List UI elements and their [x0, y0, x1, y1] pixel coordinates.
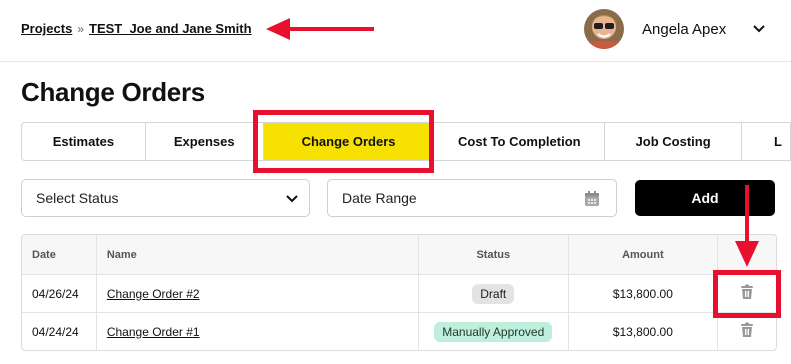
row-date: 04/26/24	[22, 275, 97, 312]
column-header-date[interactable]: Date	[22, 235, 97, 274]
breadcrumb-separator-icon: »	[77, 21, 84, 36]
chevron-down-icon	[285, 192, 299, 209]
row-amount: $13,800.00	[569, 313, 719, 350]
change-order-link[interactable]: Change Order #2	[107, 287, 200, 301]
change-orders-table: Date Name Status Amount 04/26/24 Change …	[21, 234, 777, 351]
top-bar: Projects » TEST_Joe and Jane Smith Angel…	[0, 0, 791, 62]
annotation-highlight-tab	[253, 110, 434, 173]
tab-job-costing[interactable]: Job Costing	[605, 123, 743, 160]
user-name: Angela Apex	[642, 20, 727, 38]
annotation-arrow-down	[735, 185, 759, 267]
column-header-name[interactable]: Name	[97, 235, 419, 274]
chevron-down-icon[interactable]	[752, 22, 766, 41]
row-delete-cell	[718, 313, 776, 350]
date-range-input[interactable]: Date Range	[327, 179, 617, 217]
avatar	[584, 9, 624, 49]
column-header-status[interactable]: Status	[419, 235, 569, 274]
tab-overflow[interactable]: L	[742, 123, 791, 160]
tab-cost-to-completion[interactable]: Cost To Completion	[434, 123, 606, 160]
row-amount: $13,800.00	[569, 275, 719, 312]
breadcrumb-projects-link[interactable]: Projects	[21, 21, 72, 36]
table-header-row: Date Name Status Amount	[22, 235, 776, 274]
table-row[interactable]: 04/26/24 Change Order #2 Draft $13,800.0…	[22, 274, 776, 312]
annotation-highlight-delete	[713, 270, 781, 318]
user-menu[interactable]: Angela Apex	[584, 9, 726, 49]
status-badge: Draft	[472, 283, 515, 304]
breadcrumb-project-link[interactable]: TEST_Joe and Jane Smith	[89, 21, 252, 36]
row-date: 04/24/24	[22, 313, 97, 350]
trash-icon[interactable]	[740, 322, 754, 341]
status-select[interactable]: Select Status	[21, 179, 310, 217]
breadcrumb: Projects » TEST_Joe and Jane Smith	[21, 21, 252, 36]
tab-expenses[interactable]: Expenses	[146, 123, 264, 160]
page-title: Change Orders	[21, 77, 205, 107]
row-status-cell: Manually Approved	[419, 313, 569, 350]
status-select-label: Select Status	[36, 190, 119, 206]
calendar-icon	[584, 190, 600, 210]
row-status-cell: Draft	[419, 275, 569, 312]
column-header-amount[interactable]: Amount	[569, 235, 719, 274]
row-name-cell: Change Order #1	[97, 313, 419, 350]
annotation-arrow-left	[266, 18, 374, 40]
change-order-link[interactable]: Change Order #1	[107, 325, 200, 339]
date-range-label: Date Range	[342, 190, 417, 206]
row-name-cell: Change Order #2	[97, 275, 419, 312]
table-row[interactable]: 04/24/24 Change Order #1 Manually Approv…	[22, 312, 776, 350]
tab-estimates[interactable]: Estimates	[22, 123, 146, 160]
status-badge: Manually Approved	[434, 321, 553, 342]
